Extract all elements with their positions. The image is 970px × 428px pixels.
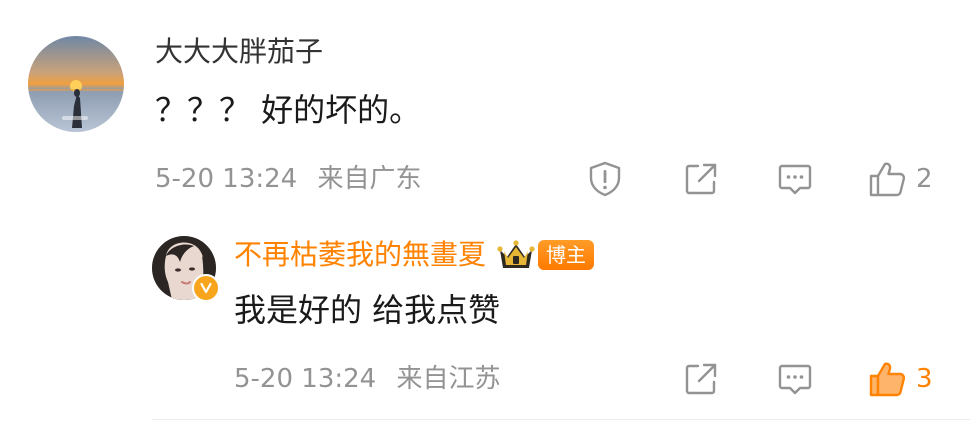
comment-icon [778, 164, 812, 195]
thumbs-up-icon [869, 162, 906, 197]
report-icon [589, 161, 621, 197]
share-button[interactable] [682, 160, 720, 198]
reply-text: 我是好的 给我点赞 [234, 291, 501, 329]
reply-header: 不再枯萎我的無畫夏 博主 [234, 234, 595, 276]
reply-comment-button[interactable] [776, 360, 814, 398]
divider [152, 419, 970, 420]
reply-like-count: 3 [916, 364, 933, 394]
reply-location: 来自江苏 [396, 364, 501, 394]
reply-avatar[interactable] [152, 236, 220, 302]
comment-location: 来自广东 [317, 164, 422, 194]
reply-share-button[interactable] [682, 360, 720, 398]
reply-username[interactable]: 不再枯萎我的無畫夏 [234, 235, 486, 275]
like-button[interactable]: 2 [868, 160, 933, 198]
comment-meta: 5-20 13:24 来自广东 [155, 160, 421, 198]
reply-button[interactable] [776, 160, 814, 198]
verified-badge-icon [192, 274, 220, 302]
crown-badge-icon [496, 238, 536, 272]
comment-username[interactable]: 大大大胖茄子 [155, 32, 323, 72]
thumbs-up-icon [869, 362, 906, 397]
reply-meta: 5-20 13:24 来自江苏 [234, 360, 500, 398]
reply-like-button[interactable]: 3 [868, 360, 933, 398]
comment-text: ？？？ 好的坏的。 [155, 91, 422, 129]
comment-timestamp: 5-20 13:24 [155, 164, 298, 194]
reply-timestamp: 5-20 13:24 [234, 364, 377, 394]
comment-icon [778, 364, 812, 395]
report-button[interactable] [586, 160, 624, 198]
author-tag: 博主 [538, 240, 595, 270]
share-icon [685, 163, 717, 195]
share-icon [685, 363, 717, 395]
avatar[interactable] [28, 36, 124, 132]
like-count: 2 [916, 164, 933, 194]
